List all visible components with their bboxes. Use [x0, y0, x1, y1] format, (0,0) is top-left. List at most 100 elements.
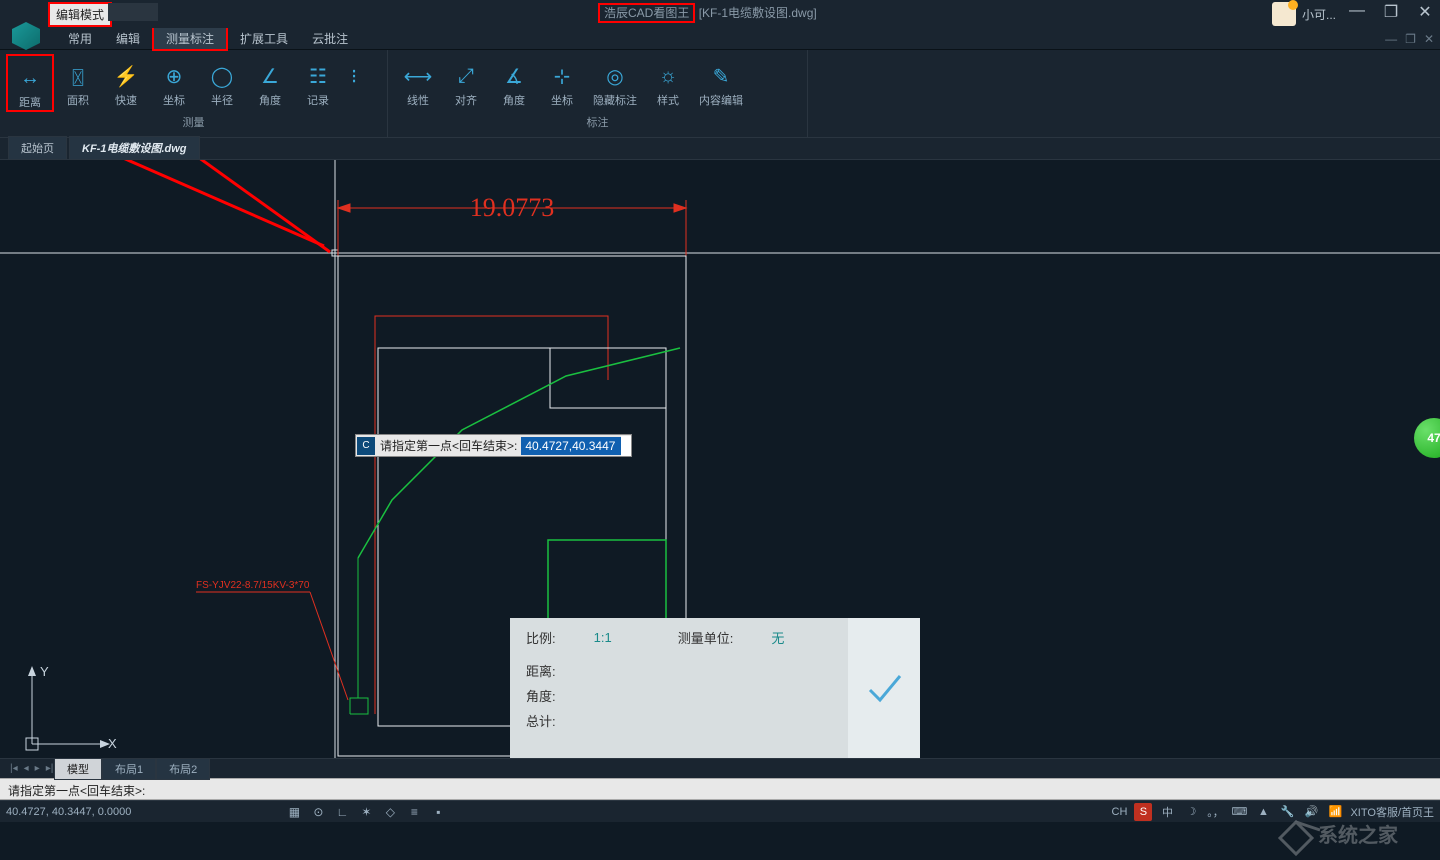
dimension-text: 19.0773 [470, 193, 555, 222]
menu-edit[interactable]: 编辑 [104, 28, 152, 49]
style-icon: ☼ [652, 60, 684, 92]
tool-area[interactable]: 〿面积 [54, 54, 102, 112]
status-bar: 40.4727, 40.3447, 0.0000 ▦ ⊙ ∟ ✶ ◇ ≡ ▪ C… [0, 800, 1440, 822]
window-controls: — ❐ ✕ [1346, 2, 1436, 24]
tray-text: XITO客服/首页王 [1350, 804, 1434, 820]
tab-model[interactable]: 模型 [54, 758, 102, 780]
area-icon: 〿 [62, 60, 94, 92]
quick-icon: ⚡ [110, 60, 142, 92]
layout-tabs: |◂◂▸▸| 模型 布局1 布局2 [0, 758, 1440, 778]
menu-extend[interactable]: 扩展工具 [228, 28, 300, 49]
tool-coord2[interactable]: ⊹坐标 [538, 54, 586, 112]
status-toggle-icons: ▦ ⊙ ∟ ✶ ◇ ≡ ▪ [285, 803, 447, 821]
m-unit-value: 无 [771, 628, 784, 647]
ime-lang[interactable]: CH [1110, 803, 1128, 821]
tab-layout1[interactable]: 布局1 [102, 758, 156, 780]
tool-aligned[interactable]: ⤢对齐 [442, 54, 490, 112]
app-name: 浩辰CAD看图王 [598, 3, 695, 23]
maximize-button[interactable]: ❐ [1380, 2, 1402, 24]
svg-text:X: X [108, 736, 117, 751]
ribbon-group-measure: ↔距离 〿面积 ⚡快速 ⊕坐标 ◯半径 ∠角度 ☷记录 ⁝ 测量 [0, 50, 388, 137]
m-total: 总计: [526, 711, 832, 730]
dynamic-input[interactable]: C 请指定第一点<回车结束>: 40.4727,40.3447 [355, 434, 632, 457]
dyn-icon: C [357, 437, 375, 455]
tool-angle[interactable]: ∠角度 [246, 54, 294, 112]
menu-measure[interactable]: 测量标注 [152, 26, 228, 51]
svg-text:Y: Y [40, 664, 49, 679]
file-tabs: 起始页 KF-1电缆敷设图.dwg [0, 138, 1440, 160]
tool-style[interactable]: ☼样式 [644, 54, 692, 112]
title-bar: 编辑模式 浩辰CAD看图王 [KF-1电缆敷设图.dwg] 小可... — ❐ … [0, 0, 1440, 28]
command-line[interactable]: 请指定第一点<回车结束>: [0, 778, 1440, 800]
tray-sound-icon[interactable]: 🔊 [1302, 803, 1320, 821]
tool-record-more[interactable]: ⁝ [342, 54, 366, 112]
angle2-icon: ∡ [498, 60, 530, 92]
sub-window-controls: — ❐ ✕ [1385, 32, 1434, 46]
tool-angle2[interactable]: ∡角度 [490, 54, 538, 112]
grid-toggle-icon[interactable]: ▦ [285, 803, 303, 821]
tool-radius[interactable]: ◯半径 [198, 54, 246, 112]
record-icon: ☷ [302, 60, 334, 92]
distance-icon: ↔ [14, 62, 46, 94]
tool-quick[interactable]: ⚡快速 [102, 54, 150, 112]
layout-nav[interactable]: |◂◂▸▸| [8, 763, 55, 774]
tray-wifi-icon[interactable]: 📶 [1326, 803, 1344, 821]
sub-max-icon[interactable]: ❐ [1405, 32, 1416, 46]
close-button[interactable]: ✕ [1414, 2, 1436, 24]
angle-icon: ∠ [254, 60, 286, 92]
dyn-value[interactable]: 40.4727,40.3447 [521, 437, 621, 455]
m-unit-label: 测量单位: [678, 628, 734, 647]
file-name: [KF-1电缆敷设图.dwg] [699, 6, 817, 20]
tray-wrench-icon[interactable]: 🔧 [1278, 803, 1296, 821]
snap-toggle-icon[interactable]: ⊙ [309, 803, 327, 821]
ucs-icon: Y X [18, 658, 118, 758]
lwt-toggle-icon[interactable]: ≡ [405, 803, 423, 821]
tool-contentedit[interactable]: ✎内容编辑 [692, 54, 750, 112]
keyboard-icon[interactable]: ⌨ [1230, 803, 1248, 821]
ribbon: ↔距离 〿面积 ⚡快速 ⊕坐标 ◯半径 ∠角度 ☷记录 ⁝ 测量 ⟷线性 ⤢对齐… [0, 50, 1440, 138]
polar-toggle-icon[interactable]: ✶ [357, 803, 375, 821]
osnap-toggle-icon[interactable]: ◇ [381, 803, 399, 821]
tool-hide-dim[interactable]: ◎隐藏标注 [586, 54, 644, 112]
status-coords: 40.4727, 40.3447, 0.0000 [6, 806, 131, 818]
tool-coord[interactable]: ⊕坐标 [150, 54, 198, 112]
menu-cloud[interactable]: 云批注 [300, 28, 360, 49]
tool-record[interactable]: ☷记录 [294, 54, 342, 112]
menu-common[interactable]: 常用 [56, 28, 104, 49]
edit-mode-switch[interactable] [108, 3, 158, 21]
cable-label: FS-YJV22-8.7/15KV-3*70 [196, 580, 310, 591]
tool-linear[interactable]: ⟷线性 [394, 54, 442, 112]
ime-punct[interactable]: 。， [1206, 803, 1224, 821]
edit-mode-button[interactable]: 编辑模式 [48, 2, 112, 27]
tab-start[interactable]: 起始页 [8, 136, 67, 159]
coord-icon: ⊕ [158, 60, 190, 92]
user-block[interactable]: 小可... [1268, 0, 1340, 28]
dyn-prompt: 请指定第一点<回车结束>: [376, 435, 521, 456]
ime-chn[interactable]: 中 [1158, 803, 1176, 821]
hide-icon: ◎ [599, 60, 631, 92]
more-icon: ⁝ [338, 60, 370, 92]
ime-moon-icon[interactable]: ☽ [1182, 803, 1200, 821]
aligned-icon: ⤢ [450, 60, 482, 92]
tool-distance[interactable]: ↔距离 [6, 54, 54, 112]
ribbon-group-label-annotate: 标注 [388, 112, 807, 132]
minimize-button[interactable]: — [1346, 2, 1368, 24]
window-title: 浩辰CAD看图王 [KF-1电缆敷设图.dwg] [598, 4, 817, 21]
ortho-toggle-icon[interactable]: ∟ [333, 803, 351, 821]
menu-bar: 常用 编辑 测量标注 扩展工具 云批注 — ❐ ✕ [0, 28, 1440, 50]
confirm-button[interactable] [848, 618, 920, 758]
drawing-canvas[interactable]: 19.0773 FS-YJV22-8.7/15KV-3*70 C 请指定第一点< [0, 160, 1440, 758]
dyn-toggle-icon[interactable]: ▪ [429, 803, 447, 821]
sub-close-icon[interactable]: ✕ [1424, 32, 1434, 46]
ribbon-group-annotate: ⟷线性 ⤢对齐 ∡角度 ⊹坐标 ◎隐藏标注 ☼样式 ✎内容编辑 标注 [388, 50, 808, 137]
contentedit-icon: ✎ [705, 60, 737, 92]
tray-flag-icon[interactable]: ▲ [1254, 803, 1272, 821]
tab-drawing[interactable]: KF-1电缆敷设图.dwg [69, 136, 200, 159]
system-tray: CH S 中 ☽ 。， ⌨ ▲ 🔧 🔊 📶 XITO客服/首页王 [1110, 803, 1434, 821]
m-distance: 距离: [526, 661, 832, 680]
coord2-icon: ⊹ [546, 60, 578, 92]
ribbon-group-label-measure: 测量 [0, 112, 387, 132]
sub-min-icon[interactable]: — [1385, 32, 1397, 46]
tab-layout2[interactable]: 布局2 [156, 758, 210, 780]
ime-s[interactable]: S [1134, 803, 1152, 821]
